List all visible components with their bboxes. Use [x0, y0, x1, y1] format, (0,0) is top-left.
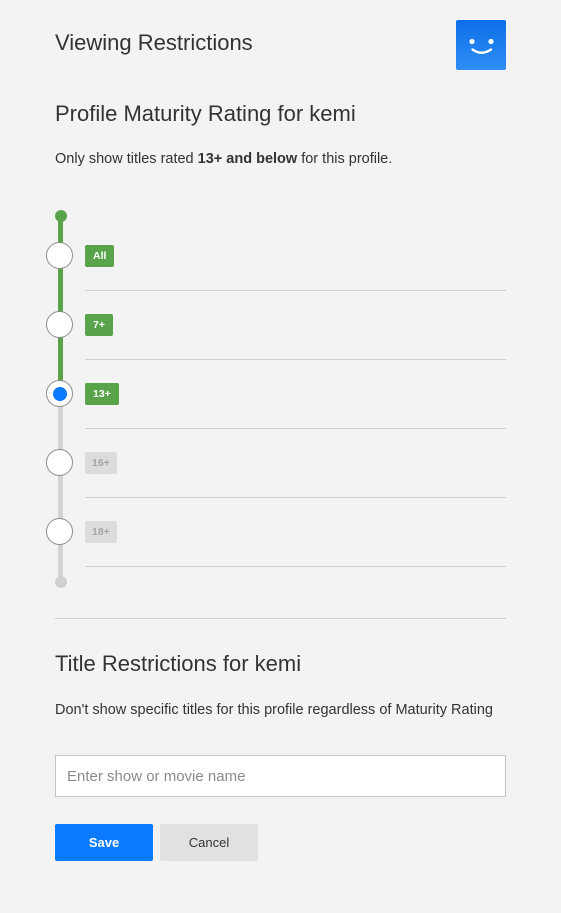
maturity-level-18[interactable]: 18+ — [0, 498, 561, 567]
rating-desc-suffix: for this profile. — [297, 151, 393, 167]
selected-dot — [52, 386, 67, 401]
maturity-level-knob[interactable] — [46, 449, 73, 476]
maturity-level-knob-selected[interactable] — [46, 380, 73, 407]
maturity-level-all[interactable]: All — [0, 222, 561, 291]
title-restrictions-heading: Title Restrictions for kemi — [55, 651, 302, 676]
maturity-badge: 18+ — [85, 521, 117, 543]
maturity-level-knob[interactable] — [46, 518, 73, 545]
maturity-rating-description: Only show titles rated 13+ and below for… — [55, 151, 392, 167]
maturity-level-13[interactable]: 13+ — [0, 360, 561, 429]
page-title: Viewing Restrictions — [55, 30, 253, 55]
save-button[interactable]: Save — [55, 824, 153, 861]
title-search-input[interactable] — [55, 755, 506, 797]
maturity-level-16[interactable]: 16+ — [0, 429, 561, 498]
rating-desc-bold: 13+ and below — [197, 151, 298, 167]
slider-track-end — [55, 576, 67, 588]
profile-avatar — [456, 20, 506, 70]
maturity-badge: 16+ — [85, 452, 117, 474]
section-divider — [55, 618, 506, 619]
row-divider — [85, 566, 506, 567]
viewing-restrictions-page: Viewing Restrictions Profile Maturity Ra… — [0, 0, 561, 913]
cancel-button[interactable]: Cancel — [160, 824, 258, 861]
maturity-level-7[interactable]: 7+ — [0, 291, 561, 360]
maturity-level-knob[interactable] — [46, 311, 73, 338]
maturity-badge: 7+ — [85, 314, 113, 336]
title-restrictions-description: Don't show specific titles for this prof… — [55, 702, 493, 718]
smiley-face-icon — [469, 38, 494, 54]
maturity-rating-heading: Profile Maturity Rating for kemi — [55, 101, 356, 126]
slider-track-start — [55, 210, 67, 222]
maturity-level-knob[interactable] — [46, 242, 73, 269]
maturity-badge: All — [85, 245, 115, 267]
maturity-badge: 13+ — [85, 383, 119, 405]
rating-desc-prefix: Only show titles rated — [55, 151, 198, 167]
